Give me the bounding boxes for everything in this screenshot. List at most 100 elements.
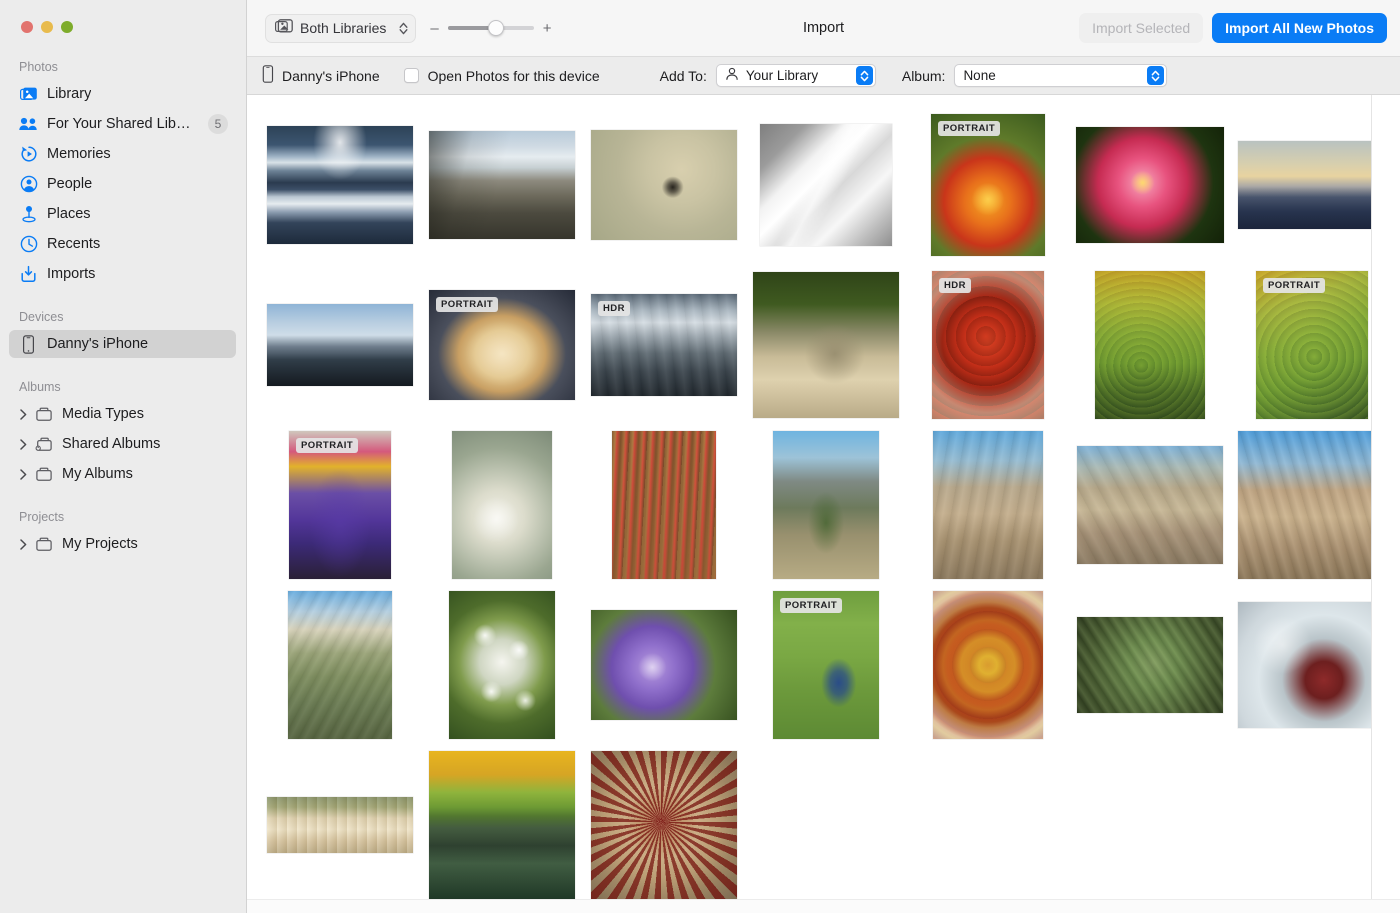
photo-thumbnail-sandcastle-table[interactable] [267,797,413,853]
photo-thumbnail-mountain-canyon[interactable] [429,131,575,239]
shared-album-icon [34,435,53,454]
photo-thumbnail-red-painted-wood[interactable] [612,431,716,579]
sidebar-item-recents[interactable]: Recents [9,230,236,258]
photo-thumbnail-frog-on-sand[interactable] [753,272,899,418]
zoom-in-label[interactable]: + [543,20,552,37]
photo-thumbnail-flower-bouquet[interactable]: PORTRAIT [289,431,391,579]
minimize-button[interactable] [41,21,53,33]
photo-cell[interactable] [583,105,745,265]
sidebar-item-media-types[interactable]: Media Types [9,400,236,428]
open-photos-checkbox[interactable] [404,68,419,83]
photo-cell[interactable] [907,585,1069,745]
sidebar-item-my-albums[interactable]: My Albums [9,460,236,488]
photo-cell[interactable] [907,425,1069,585]
photo-cell[interactable] [1069,265,1231,425]
import-all-new-photos-button[interactable]: Import All New Photos [1212,13,1387,43]
photo-thumbnail-hummingbird-bush[interactable] [1077,617,1223,713]
photo-cell[interactable] [583,745,745,905]
chevron-right-icon[interactable] [17,469,29,480]
sidebar-item-places[interactable]: Places [9,200,236,228]
close-button[interactable] [21,21,33,33]
chevron-updown-icon[interactable] [1147,66,1164,85]
photo-thumbnail-apple-bowl[interactable] [933,591,1043,739]
library-filter-popup[interactable]: Both Libraries [265,14,416,43]
photo-cell[interactable] [259,745,421,905]
photo-thumbnail-joshua-tree-rocks[interactable] [933,431,1043,579]
photo-cell[interactable] [421,105,583,265]
photo-cell[interactable]: PORTRAIT [1231,265,1393,425]
sidebar-item-shared-albums[interactable]: Shared Albums [9,430,236,458]
sidebar-item-imports[interactable]: Imports [9,260,236,288]
photo-thumbnail-glass-macro-bw[interactable] [760,124,892,246]
photo-thumbnail-rock-formation[interactable] [1238,431,1386,579]
photo-cell[interactable] [1069,585,1231,745]
zoom-button[interactable] [61,21,73,33]
photo-cell[interactable] [1069,425,1231,585]
horizontal-scrollbar[interactable] [247,899,1400,913]
photo-cell[interactable] [421,425,583,585]
import-selected-button[interactable]: Import Selected [1079,13,1203,43]
album-select[interactable]: None [954,64,1167,87]
photo-cell[interactable]: HDR [907,265,1069,425]
photo-cell[interactable] [259,265,421,425]
photo-thumbnail-orange-dahlia[interactable]: PORTRAIT [931,114,1045,256]
photo-thumbnail-rocky-coast[interactable]: HDR [591,294,737,396]
photo-cell[interactable] [745,105,907,265]
photo-grid-scroll-area[interactable]: PORTRAITPORTRAITHDRHDRPORTRAITPORTRAITPO… [247,95,1400,913]
photo-thumbnail-cholla-cactus[interactable] [452,431,552,579]
photo-cell[interactable] [421,745,583,905]
photo-cell[interactable] [745,425,907,585]
chevron-right-icon[interactable] [17,439,29,450]
photo-cell[interactable] [421,585,583,745]
photo-thumbnail-autumn-river[interactable] [429,751,575,899]
photo-thumbnail-valley-aerial[interactable] [288,591,392,739]
photo-thumbnail-pink-dahlia[interactable] [1076,127,1224,243]
photo-cell[interactable] [1069,105,1231,265]
photo-thumbnail-romanesco-market[interactable] [1095,271,1205,419]
photo-thumbnail-bird-on-branch[interactable] [591,130,737,240]
photo-cell[interactable] [583,425,745,585]
photo-cell[interactable] [1231,105,1393,265]
photo-thumbnail-desert-sapling[interactable] [773,431,879,579]
photo-cell[interactable]: PORTRAIT [907,105,1069,265]
photo-thumbnail-scrub-jay[interactable]: PORTRAIT [773,591,879,739]
zoom-slider-control[interactable]: – + [430,20,551,37]
photo-cell[interactable] [745,265,907,425]
photo-thumbnail-boulder-field[interactable] [1077,446,1223,564]
open-photos-checkbox-group[interactable]: Open Photos for this device [404,68,600,84]
zoom-slider-knob[interactable] [488,20,504,36]
photo-thumbnail-apple-crate[interactable]: HDR [932,271,1044,419]
photo-thumbnail-frozen-berries[interactable] [1238,602,1386,728]
chevron-updown-icon[interactable] [399,22,408,35]
add-to-library-select[interactable]: Your Library [716,64,876,87]
photo-thumbnail-city-overlook[interactable] [267,304,413,386]
sidebar-item-my-projects[interactable]: My Projects [9,530,236,558]
photo-thumbnail-pumpkin-pie[interactable]: PORTRAIT [429,290,575,400]
vertical-scrollbar[interactable] [1371,95,1400,913]
photo-thumbnail-millipede-spiral[interactable] [591,751,737,899]
sidebar-item-dannys-iphone[interactable]: Danny's iPhone [9,330,236,358]
sidebar-item-library[interactable]: Library [9,80,236,108]
photo-cell[interactable]: PORTRAIT [421,265,583,425]
sidebar-item-memories[interactable]: Memories [9,140,236,168]
photo-cell[interactable]: PORTRAIT [745,585,907,745]
chevron-updown-icon[interactable] [856,66,873,85]
zoom-slider[interactable] [448,26,534,30]
chevron-right-icon[interactable] [17,409,29,420]
photo-cell[interactable] [259,585,421,745]
photo-cell[interactable] [583,585,745,745]
photo-cell[interactable]: PORTRAIT [259,425,421,585]
photo-cell[interactable] [1231,585,1393,745]
sidebar-item-for-your-shared-library[interactable]: For Your Shared Lib… 5 [9,110,236,138]
photo-thumbnail-white-daisies[interactable] [449,591,555,739]
sidebar-item-people[interactable]: People [9,170,236,198]
photo-cell[interactable] [1231,425,1393,585]
photo-thumbnail-moonlit-ocean[interactable] [267,126,413,244]
photo-thumbnail-romanesco-closeup[interactable]: PORTRAIT [1256,271,1368,419]
photo-thumbnail-dusk-horizon[interactable] [1238,141,1386,229]
photo-cell[interactable]: HDR [583,265,745,425]
photo-cell[interactable] [259,105,421,265]
zoom-out-label[interactable]: – [430,20,438,37]
photo-thumbnail-purple-scabiosa[interactable] [591,610,737,720]
chevron-right-icon[interactable] [17,539,29,550]
